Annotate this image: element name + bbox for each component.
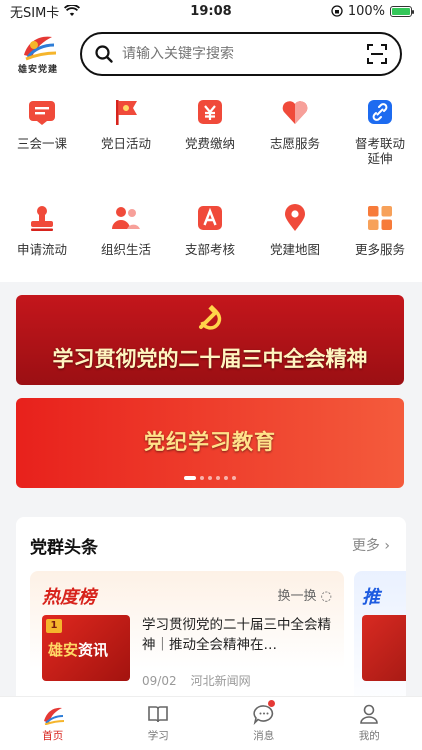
grid-item-party-day[interactable]: 党日活动 xyxy=(84,96,168,151)
group-icon xyxy=(110,202,142,234)
banner-plenum[interactable]: 学习贯彻党的二十届三中全会精神 xyxy=(16,295,404,385)
stamp-icon xyxy=(26,202,58,234)
recommend-thumbnail xyxy=(362,615,406,681)
tab-study[interactable]: 学习 xyxy=(106,697,212,750)
grid-item-transfer[interactable]: 申请流动 xyxy=(0,202,84,257)
thumb-caption-b: 资讯 xyxy=(78,641,109,659)
article-date: 09/02 xyxy=(142,674,177,688)
carousel-dot[interactable] xyxy=(200,476,204,480)
tab-label: 学习 xyxy=(147,730,169,742)
header: 雄安党建 xyxy=(0,22,422,86)
hot-list-title: 热度榜 xyxy=(42,587,96,608)
grid-label: 三会一课 xyxy=(16,136,67,151)
party-logo-icon xyxy=(24,36,57,61)
grid-item-branch-assessment[interactable]: 支部考核 xyxy=(168,202,252,257)
article-title[interactable]: 学习贯彻党的二十届三中全会精神｜推动全会精神在… xyxy=(142,615,334,655)
yuan-icon xyxy=(194,96,226,128)
grade-icon xyxy=(194,202,226,234)
grid-item-meetings[interactable]: 三会一课 xyxy=(0,96,84,151)
refresh-label: 换一换 xyxy=(277,589,317,604)
carousel-dot[interactable] xyxy=(224,476,228,480)
grid-label: 组织生活 xyxy=(100,242,151,257)
user-icon xyxy=(360,704,379,724)
unread-badge xyxy=(267,700,275,707)
more-label: 更多 xyxy=(351,538,380,554)
banner-title: 学习贯彻党的二十届三中全会精神 xyxy=(52,347,368,371)
flag-icon xyxy=(110,96,142,128)
grid-label: 志愿服务 xyxy=(269,136,320,151)
banner-discipline[interactable]: 党纪学习教育 xyxy=(16,398,404,488)
tab-home[interactable]: 首页 xyxy=(0,697,106,750)
tab-messages[interactable]: 消息 xyxy=(211,697,317,750)
carousel-dot[interactable] xyxy=(208,476,212,480)
grid-item-dues[interactable]: 党费缴纳 xyxy=(168,96,252,151)
home-logo-icon xyxy=(43,707,64,725)
grid-label: 督考联动延伸 xyxy=(354,136,405,166)
wifi-icon xyxy=(64,5,81,16)
thumb-caption-a: 雄安 xyxy=(48,641,79,659)
rank-badge: 1 xyxy=(46,619,62,633)
quick-access-grid: 三会一课 党日活动 党费缴纳 志愿服务 督考联动延伸 申请流动 组织生活 支部考… xyxy=(0,86,422,282)
grid-label: 党建地图 xyxy=(269,242,320,257)
grid-item-more-services[interactable]: 更多服务 xyxy=(338,202,422,257)
map-pin-icon xyxy=(279,202,311,234)
more-grid-icon xyxy=(364,202,396,234)
refresh-icon: ◌ xyxy=(320,589,332,604)
app-logo: 雄安党建 xyxy=(10,31,66,77)
article-source: 河北新闻网 xyxy=(190,674,251,688)
carousel-dots xyxy=(184,476,236,480)
more-link[interactable]: 更多 › xyxy=(352,535,390,555)
banner-title: 党纪学习教育 xyxy=(144,430,276,454)
refresh-button[interactable]: 换一换 ◌ xyxy=(278,585,333,604)
article-meta: 09/02 河北新闻网 xyxy=(142,672,251,689)
carousel-dot[interactable] xyxy=(184,476,196,480)
search-bar[interactable] xyxy=(80,32,402,76)
thumb-caption: 雄安资讯 xyxy=(48,639,108,660)
search-input[interactable] xyxy=(122,46,366,62)
status-left: 无SIM卡 xyxy=(10,2,81,21)
orientation-lock-icon xyxy=(331,5,343,17)
grid-item-org-life[interactable]: 组织生活 xyxy=(84,202,168,257)
hot-list-card: 热度榜 换一换 ◌ 1 雄安资讯 学习贯彻党的二十届三中全会精神｜推动全会精神在… xyxy=(30,571,344,711)
news-section: 党群头条 更多 › 热度榜 换一换 ◌ 1 雄安资讯 学习贯彻党的二十届三中全会… xyxy=(16,517,406,711)
status-right: 100% xyxy=(331,3,414,19)
section-title: 党群头条 xyxy=(30,538,98,558)
carousel-dot[interactable] xyxy=(216,476,220,480)
scan-icon[interactable] xyxy=(366,43,388,65)
logo-text: 雄安党建 xyxy=(17,65,58,75)
tab-profile[interactable]: 我的 xyxy=(317,697,422,750)
chevron-right-icon: › xyxy=(384,538,390,554)
grid-label: 党日活动 xyxy=(100,136,151,151)
grid-label: 支部考核 xyxy=(184,242,235,257)
grid-label: 党费缴纳 xyxy=(184,136,235,151)
tab-bar: 首页 学习 消息 我的 xyxy=(0,696,422,750)
battery-icon xyxy=(390,5,414,17)
tab-label: 我的 xyxy=(358,730,380,742)
link-icon xyxy=(364,96,396,128)
status-time: 19:08 xyxy=(190,3,232,19)
carousel-dot[interactable] xyxy=(232,476,236,480)
grid-item-volunteer[interactable]: 志愿服务 xyxy=(253,96,337,151)
meeting-icon xyxy=(26,96,58,128)
status-bar: 无SIM卡 19:08 100% xyxy=(0,0,422,22)
grid-item-party-map[interactable]: 党建地图 xyxy=(253,202,337,257)
battery-percent: 100% xyxy=(347,3,385,19)
recommend-title: 推 xyxy=(362,587,380,608)
party-emblem-icon xyxy=(199,304,222,330)
grid-label: 申请流动 xyxy=(16,242,67,257)
tab-label: 首页 xyxy=(42,730,64,742)
grid-item-supervision[interactable]: 督考联动延伸 xyxy=(338,96,422,166)
article-thumbnail[interactable]: 1 雄安资讯 xyxy=(42,615,130,681)
tab-label: 消息 xyxy=(253,730,275,742)
recommend-card[interactable]: 推 xyxy=(354,571,406,711)
heart-icon xyxy=(279,96,311,128)
grid-label: 更多服务 xyxy=(354,242,405,257)
book-icon xyxy=(148,706,169,723)
carrier-label: 无SIM卡 xyxy=(10,5,60,21)
search-icon xyxy=(95,45,113,63)
